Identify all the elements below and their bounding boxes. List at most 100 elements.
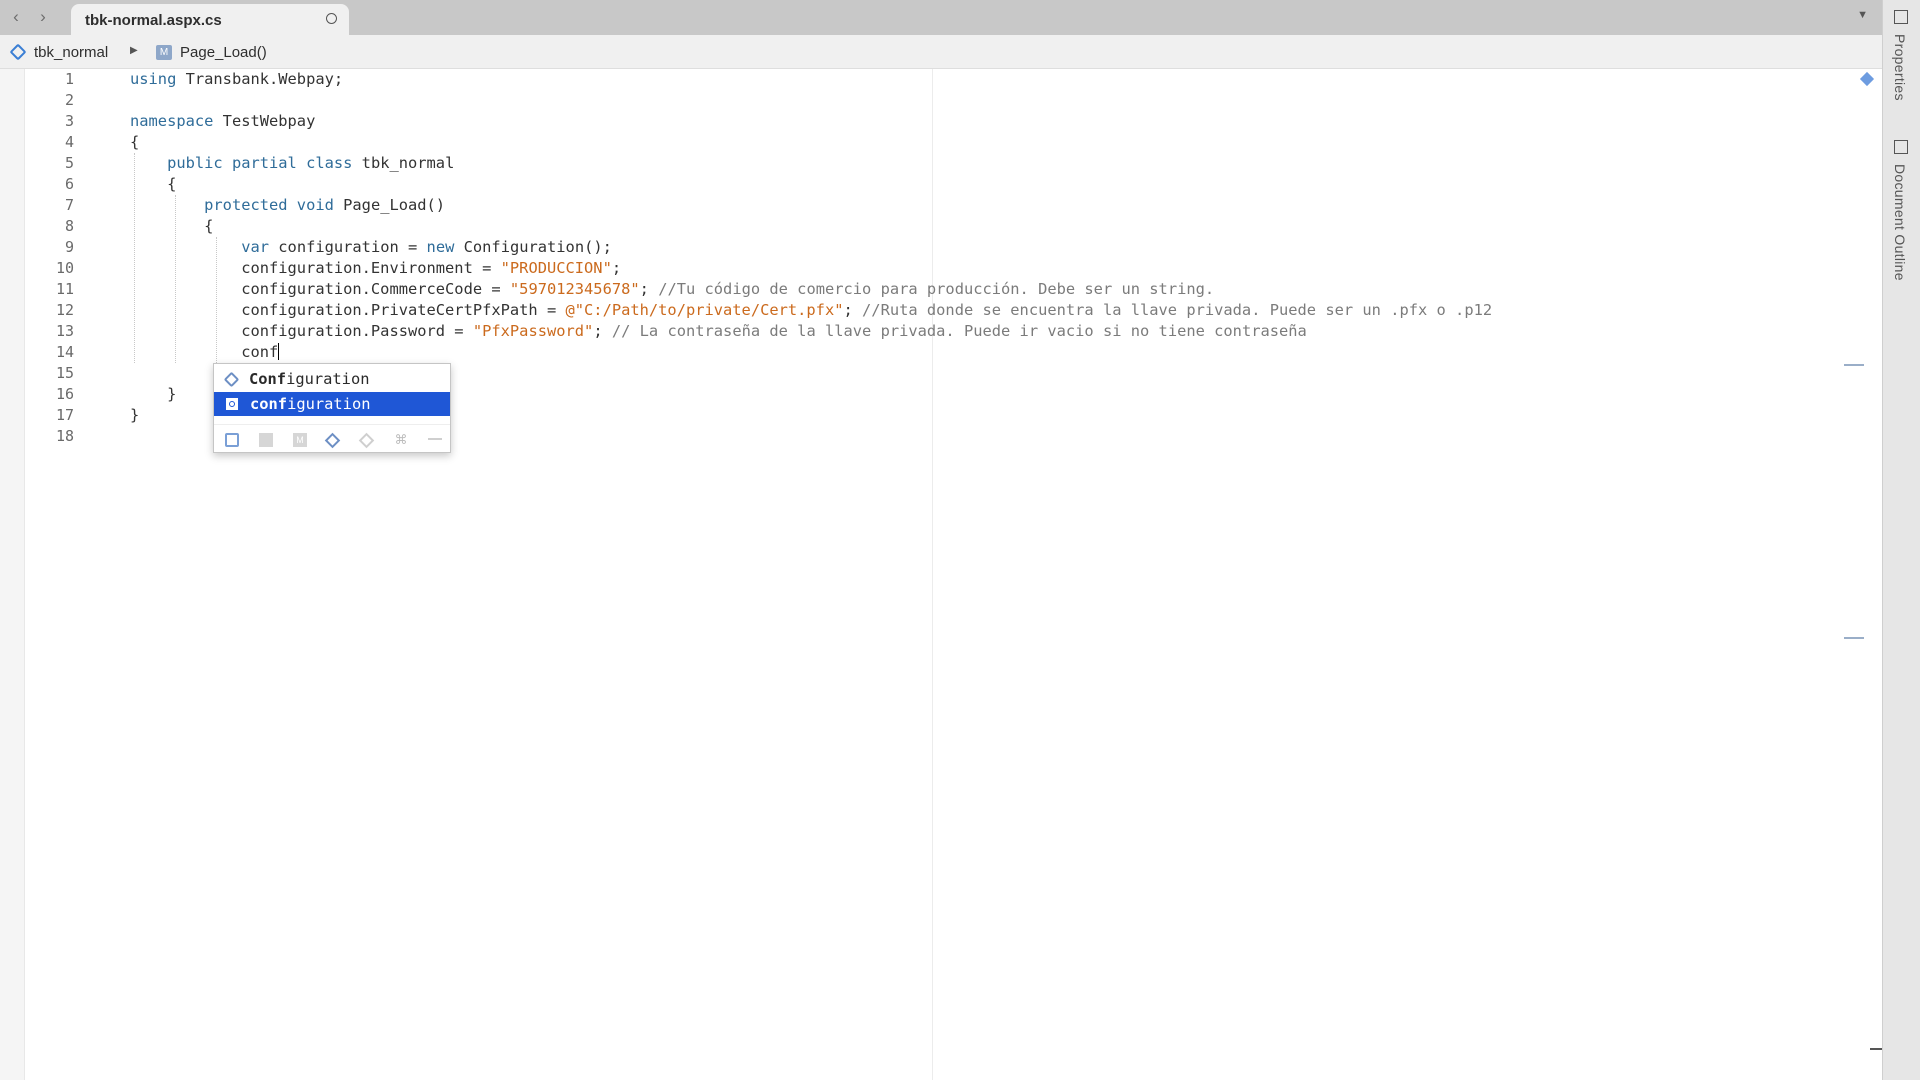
properties-label: Properties bbox=[1892, 34, 1908, 101]
code-line[interactable]: public partial class tbk_normal bbox=[130, 153, 1870, 174]
tab-title: tbk-normal.aspx.cs bbox=[85, 12, 222, 29]
line-number: 14 bbox=[55, 343, 74, 361]
code-keyword: protected void bbox=[204, 196, 334, 214]
code-token: configuration.PrivateCertPfxPath = bbox=[130, 301, 566, 319]
forward-chevron-icon[interactable]: › bbox=[32, 4, 54, 30]
method-filter-icon[interactable]: M bbox=[293, 433, 307, 447]
tab-tbk-normal[interactable]: tbk-normal.aspx.cs bbox=[71, 4, 349, 35]
code-token: configuration.Password = bbox=[130, 322, 473, 340]
code-token: { bbox=[130, 217, 214, 235]
tab-dropdown-icon[interactable]: ▼ bbox=[1857, 9, 1868, 21]
other-filter-icon[interactable] bbox=[428, 438, 442, 440]
completion-item-label: Configuration bbox=[249, 370, 370, 388]
breadcrumb-method[interactable]: M Page_Load() bbox=[156, 35, 267, 69]
code-token: ; bbox=[611, 259, 622, 277]
line-number: 18 bbox=[55, 427, 74, 445]
local-filter-icon[interactable] bbox=[225, 433, 239, 447]
completion-item-selected[interactable]: configuration bbox=[214, 392, 450, 416]
code-token: Page_Load() bbox=[333, 196, 446, 214]
code-keyword: new bbox=[426, 238, 455, 256]
line-number: 15 bbox=[55, 364, 74, 382]
code-line[interactable]: configuration.Environment = "PRODUCCION"… bbox=[130, 258, 1870, 279]
line-number: 1 bbox=[64, 70, 74, 88]
code-line[interactable]: { bbox=[130, 174, 1870, 195]
code-editor[interactable]: 1 2 3 4 5 6 7 8 9 10 11 12 13 14 15 16 17 18 using Transb… bbox=[0, 69, 1882, 1080]
code-token: TestWebpay bbox=[213, 112, 316, 130]
code-line[interactable]: configuration.PrivateCertPfxPath = @"C:/… bbox=[130, 300, 1870, 321]
back-chevron-icon[interactable]: ‹ bbox=[5, 4, 27, 30]
document-outline-icon bbox=[1894, 140, 1908, 154]
tab-bar: ‹ › tbk-normal.aspx.cs ▼ bbox=[0, 0, 1882, 35]
side-panel: Properties Document Outline bbox=[1882, 0, 1920, 1080]
breadcrumb-class-label: tbk_normal bbox=[34, 43, 109, 61]
line-number: 13 bbox=[55, 322, 74, 340]
completion-item[interactable]: Configuration bbox=[214, 367, 450, 391]
code-completion-popup[interactable]: Configuration configuration M ⌘ bbox=[213, 363, 451, 453]
code-token: Configuration(); bbox=[454, 238, 612, 256]
line-number: 3 bbox=[64, 112, 74, 130]
code-token: configuration.Environment = bbox=[130, 259, 501, 277]
code-token: tbk_normal bbox=[352, 154, 455, 172]
document-outline-pad-tab[interactable]: Document Outline bbox=[1889, 138, 1915, 298]
code-string: "PfxPassword" bbox=[472, 322, 594, 340]
variable-icon bbox=[225, 397, 239, 411]
line-number: 8 bbox=[64, 217, 74, 235]
code-comment: // La contraseña de la llave privada. Pu… bbox=[611, 322, 1307, 340]
line-number: 4 bbox=[64, 133, 74, 151]
code-line[interactable] bbox=[130, 90, 1870, 111]
code-token: { bbox=[130, 175, 177, 193]
line-number: 7 bbox=[64, 196, 74, 214]
class-icon bbox=[9, 43, 27, 61]
code-token: Transbank.Webpay; bbox=[176, 70, 344, 88]
interface-filter-icon[interactable] bbox=[358, 432, 375, 449]
code-token: conf bbox=[130, 343, 279, 361]
line-number: 10 bbox=[55, 259, 74, 277]
completion-filter-bar: M ⌘ bbox=[214, 424, 450, 453]
keyword-filter-icon[interactable]: ⌘ bbox=[394, 433, 408, 447]
code-keyword: using bbox=[130, 70, 177, 88]
code-comment: //Tu código de comercio para producción.… bbox=[658, 280, 1215, 298]
text-caret bbox=[278, 343, 280, 360]
code-comment: //Ruta donde se encuentra la llave priva… bbox=[862, 301, 1493, 319]
code-line[interactable]: using Transbank.Webpay; bbox=[130, 69, 1870, 90]
line-number: 2 bbox=[64, 91, 74, 109]
code-token: configuration = bbox=[269, 238, 427, 256]
breadcrumb: tbk_normal ▶ M Page_Load() bbox=[0, 35, 1882, 69]
line-number: 11 bbox=[55, 280, 74, 298]
class-filter-icon[interactable] bbox=[324, 432, 341, 449]
close-icon[interactable] bbox=[326, 13, 337, 24]
code-line[interactable]: conf bbox=[130, 342, 1870, 363]
code-line[interactable]: protected void Page_Load() bbox=[130, 195, 1870, 216]
editor-margin[interactable] bbox=[0, 69, 25, 1080]
scroll-marker bbox=[1844, 364, 1864, 366]
code-line[interactable]: configuration.Password = "PfxPassword"; … bbox=[130, 321, 1870, 342]
code-token: { bbox=[130, 133, 140, 151]
document-outline-label: Document Outline bbox=[1892, 164, 1908, 281]
code-token: ; bbox=[843, 301, 863, 319]
code-token: } bbox=[130, 385, 177, 403]
code-line[interactable]: namespace TestWebpay bbox=[130, 111, 1870, 132]
line-number: 16 bbox=[55, 385, 74, 403]
line-number: 5 bbox=[64, 154, 74, 172]
breadcrumb-class[interactable]: tbk_normal bbox=[9, 35, 109, 69]
code-token: ; bbox=[639, 280, 659, 298]
code-string: "597012345678" bbox=[509, 280, 640, 298]
code-token: configuration.CommerceCode = bbox=[130, 280, 510, 298]
code-line[interactable]: { bbox=[130, 216, 1870, 237]
code-keyword: namespace bbox=[130, 112, 214, 130]
code-line[interactable]: configuration.CommerceCode = "5970123456… bbox=[130, 279, 1870, 300]
breadcrumb-separator-icon: ▶ bbox=[130, 45, 138, 56]
line-number: 6 bbox=[64, 175, 74, 193]
method-icon: M bbox=[156, 44, 172, 60]
line-number: 9 bbox=[64, 238, 74, 256]
code-line[interactable]: var configuration = new Configuration(); bbox=[130, 237, 1870, 258]
code-token: ; bbox=[593, 322, 612, 340]
code-line[interactable]: { bbox=[130, 132, 1870, 153]
field-filter-icon[interactable] bbox=[259, 433, 273, 447]
overview-mark bbox=[1870, 1048, 1882, 1050]
completion-item-label: configuration bbox=[250, 395, 371, 413]
properties-pad-tab[interactable]: Properties bbox=[1889, 8, 1915, 113]
line-number: 12 bbox=[55, 301, 74, 319]
line-number: 17 bbox=[55, 406, 74, 424]
